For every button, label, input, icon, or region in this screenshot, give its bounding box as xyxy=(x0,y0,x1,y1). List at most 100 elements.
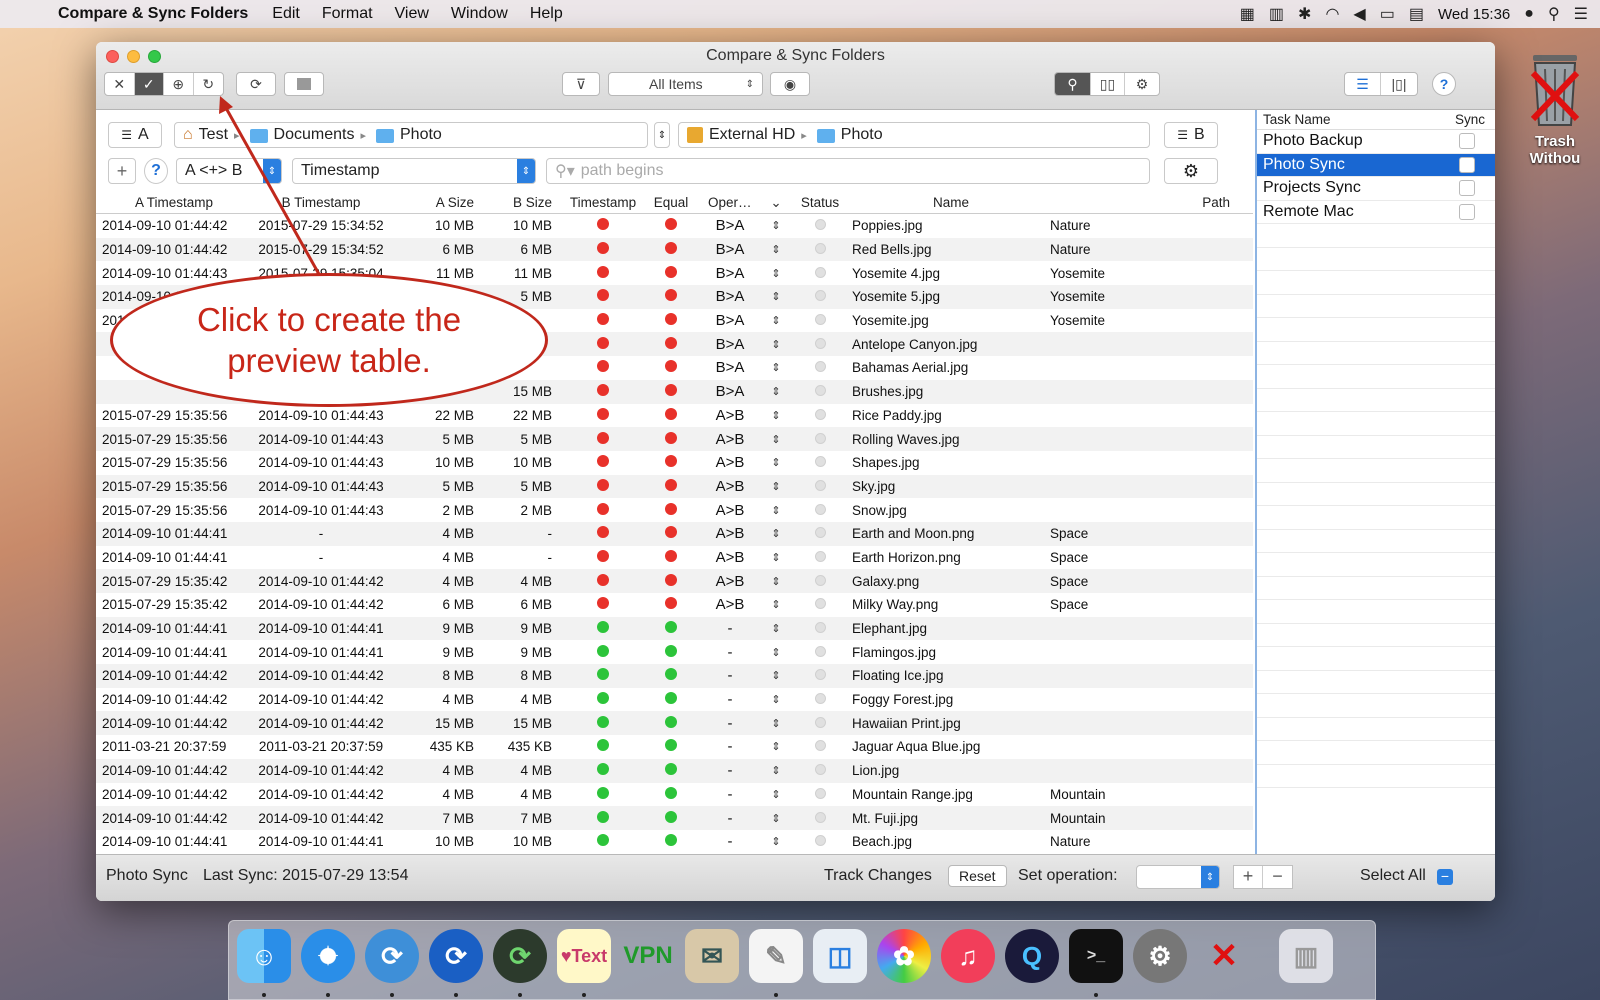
b-side-button[interactable]: ☰ B xyxy=(1164,122,1218,148)
table-row[interactable]: 2014-09-10 01:44:42 2014-09-10 01:44:42 15… xyxy=(96,711,1253,736)
col-path[interactable]: Path xyxy=(1050,195,1230,210)
task-sync-header[interactable]: Sync xyxy=(1455,112,1485,127)
operation-stepper-icon[interactable]: ⇕ xyxy=(758,267,794,280)
trash-app-icon[interactable]: ✕ xyxy=(1197,929,1251,983)
add-task-button[interactable]: + xyxy=(1234,866,1264,888)
table-row[interactable]: 2015-07-29 15:35:56 2014-09-10 01:44:43 2 … xyxy=(96,498,1253,522)
settings-button[interactable]: ⚙ xyxy=(1164,158,1218,184)
dock-trash-icon[interactable]: ▥ xyxy=(1279,929,1333,983)
table-row[interactable]: 2014-09-10 01:44:41 2014-09-10 01:44:41 9 … xyxy=(96,616,1253,641)
text-app-icon[interactable]: ♥Text xyxy=(557,929,611,983)
list-view-icon[interactable]: ☰ xyxy=(1345,73,1381,95)
operation-stepper-icon[interactable]: ⇕ xyxy=(758,551,794,564)
col-b-timestamp[interactable]: B Timestamp xyxy=(246,195,396,210)
direction-select[interactable]: A <+> B ⇕ xyxy=(176,158,282,184)
operation-stepper-icon[interactable]: ⇕ xyxy=(758,575,794,588)
a-path-field[interactable]: ⌂ Test ▸ Documents ▸ Photo xyxy=(174,122,648,148)
sync-green-icon[interactable]: ⟳ xyxy=(493,929,547,983)
operation-stepper-icon[interactable]: ⇕ xyxy=(758,646,794,659)
menu-edit[interactable]: Edit xyxy=(272,5,300,23)
col-equal[interactable]: Equal xyxy=(640,195,702,210)
operation-stepper-icon[interactable]: ⇕ xyxy=(758,669,794,682)
b-path-seg-1[interactable]: Photo xyxy=(841,126,883,144)
table-row[interactable]: 2014-09-10 01:44:41 2014-09-10 01:44:41 10… xyxy=(96,830,1253,854)
table-row[interactable]: 2014-09-10 01:44:42 2014-09-10 01:44:42 7 … xyxy=(96,806,1253,830)
operation-stepper-icon[interactable]: ⇕ xyxy=(758,788,794,801)
checkmark-icon[interactable]: ✓ xyxy=(134,73,164,95)
task-row[interactable]: Photo Sync xyxy=(1257,153,1495,177)
table-row[interactable]: 2015-07-29 15:35:56 2014-09-10 01:44:43 5 … xyxy=(96,427,1253,451)
clock[interactable]: Wed 15:36 xyxy=(1438,6,1510,23)
task-name-header[interactable]: Task Name xyxy=(1257,112,1331,127)
task-row[interactable]: Photo Backup xyxy=(1257,130,1495,154)
menu-format[interactable]: Format xyxy=(322,5,373,23)
a-path-seg-2[interactable]: Photo xyxy=(400,126,442,144)
col-name[interactable]: Name xyxy=(846,195,1050,210)
app-menu[interactable]: Compare & Sync Folders xyxy=(58,5,248,23)
col-b-size[interactable]: B Size xyxy=(486,195,566,210)
search-field[interactable]: ⚲▾ path begins xyxy=(546,158,1150,184)
notifications-icon[interactable]: ☰ xyxy=(1574,4,1588,24)
menu-window[interactable]: Window xyxy=(451,5,508,23)
table-row[interactable]: 2015-07-29 15:35:56 2014-09-10 01:44:43 10… xyxy=(96,451,1253,475)
operation-stepper-icon[interactable]: ⇕ xyxy=(758,812,794,825)
search-icon[interactable]: ⚲ xyxy=(1055,73,1091,95)
operation-stepper-icon[interactable]: ⇕ xyxy=(758,290,794,303)
operation-stepper-icon[interactable]: ⇕ xyxy=(758,409,794,422)
operation-stepper-icon[interactable]: ⇕ xyxy=(758,314,794,327)
operation-stepper-icon[interactable]: ⇕ xyxy=(758,480,794,493)
quicktime-icon[interactable]: Q xyxy=(1005,929,1059,983)
music-icon[interactable]: ♫ xyxy=(941,929,995,983)
operation-stepper-icon[interactable]: ⇕ xyxy=(758,361,794,374)
vpn-icon[interactable]: VPN xyxy=(621,929,675,983)
col-a-size[interactable]: A Size xyxy=(396,195,486,210)
battery-icon[interactable]: ▭ xyxy=(1380,4,1395,24)
operation-stepper-icon[interactable]: ⇕ xyxy=(758,456,794,469)
operation-stepper-icon[interactable]: ⇕ xyxy=(758,385,794,398)
operation-stepper-icon[interactable]: ⇕ xyxy=(758,338,794,351)
system-preferences-icon[interactable]: ⚙ xyxy=(1133,929,1187,983)
gear-icon[interactable]: ⚙ xyxy=(1125,73,1159,95)
columns-view-icon[interactable]: |▯| xyxy=(1381,73,1417,95)
photos-icon[interactable]: ✿ xyxy=(877,929,931,983)
table-row[interactable]: 2014-09-10 01:44:42 2014-09-10 01:44:42 4 … xyxy=(96,758,1253,783)
operation-stepper-icon[interactable]: ⇕ xyxy=(758,764,794,777)
operation-stepper-icon[interactable]: ⇕ xyxy=(758,693,794,706)
finder-icon[interactable]: ☺ xyxy=(237,929,291,983)
task-sync-checkbox[interactable] xyxy=(1459,156,1475,173)
operation-stepper-icon[interactable]: ⇕ xyxy=(758,717,794,730)
table-row[interactable]: 2014-09-10 01:44:41 2014-09-10 01:44:41 9 … xyxy=(96,640,1253,664)
task-row[interactable]: Projects Sync xyxy=(1257,177,1495,201)
flag-icon[interactable]: ▤ xyxy=(1409,4,1424,24)
table-row[interactable]: 2014-09-10 01:44:42 2015-07-29 15:34:52 6 … xyxy=(96,237,1253,262)
preview-icon[interactable]: ⊕ xyxy=(164,73,194,95)
terminal-icon[interactable]: >_ xyxy=(1069,929,1123,983)
table-row[interactable]: 2014-09-10 01:44:41 - 4 MB - A>B ⇕ Earth Horiz… xyxy=(96,546,1253,570)
table-row[interactable]: 2014-09-10 01:44:42 2014-09-10 01:44:42 4 … xyxy=(96,783,1253,807)
table-row[interactable]: 2014-09-10 01:44:42 2014-09-10 01:44:42 8 … xyxy=(96,664,1253,688)
stop-button[interactable] xyxy=(284,72,324,96)
b-path-seg-0[interactable]: External HD xyxy=(709,126,795,144)
compare-sync-icon[interactable]: ⟳ xyxy=(429,929,483,983)
operation-stepper-icon[interactable]: ⇕ xyxy=(758,504,794,517)
help-button[interactable]: ? xyxy=(1432,72,1456,96)
table-row[interactable]: 2015-07-29 15:35:42 2014-09-10 01:44:42 4 … xyxy=(96,569,1253,593)
table-row[interactable]: 2011-03-21 20:37:59 2011-03-21 20:37:59 43… xyxy=(96,735,1253,759)
remove-task-button[interactable]: − xyxy=(1263,866,1292,888)
desktop-trash[interactable]: Trash Withou xyxy=(1515,45,1595,167)
reset-button[interactable]: Reset xyxy=(948,865,1007,887)
table-row[interactable]: 2014-09-10 01:44:42 2014-09-10 01:44:42 4 … xyxy=(96,688,1253,712)
operation-stepper-icon[interactable]: ⇕ xyxy=(758,243,794,256)
deselect-icon[interactable]: ✕ xyxy=(105,73,135,95)
a-path-seg-0[interactable]: Test xyxy=(199,126,228,144)
bluetooth-icon[interactable]: ✱ xyxy=(1298,4,1311,24)
operation-stepper-icon[interactable]: ⇕ xyxy=(758,835,794,848)
compare-mode-select[interactable]: Timestamp ⇕ xyxy=(292,158,536,184)
operation-stepper-icon[interactable]: ⇕ xyxy=(758,219,794,232)
b-path-field[interactable]: External HD ▸ Photo xyxy=(678,122,1150,148)
sync-button[interactable]: ⟳ xyxy=(236,72,276,96)
operation-stepper-icon[interactable]: ⇕ xyxy=(758,740,794,753)
menu-help[interactable]: Help xyxy=(530,5,563,23)
textedit-icon[interactable]: ✎ xyxy=(749,929,803,983)
a-side-button[interactable]: ☰ A xyxy=(108,122,162,148)
